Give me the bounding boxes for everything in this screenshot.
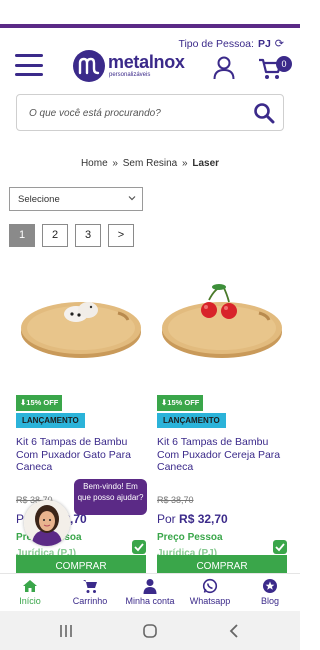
product-image[interactable] bbox=[16, 270, 146, 385]
logo-subtitle: personalizáveis bbox=[109, 72, 151, 78]
product-card[interactable]: ⬇15% OFF LANÇAMENTO Kit 6 Tampas de Bamb… bbox=[16, 270, 146, 575]
breadcrumb-current: Laser bbox=[192, 158, 220, 169]
home-icon bbox=[23, 580, 37, 592]
nav-blog[interactable]: Blog bbox=[240, 578, 300, 606]
chat-welcome-bubble[interactable]: Bem-vindo! Em que posso ajudar? bbox=[74, 479, 147, 515]
system-nav-bar bbox=[0, 611, 300, 650]
page-button-2[interactable]: 2 bbox=[42, 224, 68, 247]
breadcrumb: Home » Sem Resina » Laser bbox=[0, 158, 300, 169]
sort-select-value: Selecione bbox=[18, 194, 60, 205]
nav-whatsapp[interactable]: Whatsapp bbox=[180, 578, 240, 606]
logo-mark-icon bbox=[73, 50, 105, 82]
old-price: R$ 38,70 bbox=[157, 495, 194, 505]
product-title[interactable]: Kit 6 Tampas de Bambu Com Puxador Cereja… bbox=[157, 436, 287, 474]
breadcrumb-separator: » bbox=[112, 158, 118, 169]
page-button-3[interactable]: 3 bbox=[75, 224, 101, 247]
whatsapp-icon bbox=[202, 578, 218, 594]
product-card[interactable]: ⬇15% OFF LANÇAMENTO Kit 6 Tampas de Bamb… bbox=[157, 270, 287, 575]
nav-home[interactable]: Início bbox=[0, 578, 60, 606]
user-icon[interactable] bbox=[213, 56, 235, 80]
product-price: Por R$ 32,70 bbox=[157, 512, 228, 526]
sort-select[interactable]: Selecione bbox=[9, 187, 143, 211]
pagination: 1 2 3 > bbox=[9, 224, 134, 247]
top-accent-line bbox=[0, 24, 300, 28]
product-title[interactable]: Kit 6 Tampas de Bambu Com Puxador Gato P… bbox=[16, 436, 146, 474]
buy-button[interactable]: COMPRAR bbox=[157, 555, 287, 575]
discount-badge: ⬇15% OFF bbox=[157, 395, 204, 411]
check-icon bbox=[273, 540, 287, 554]
home-button-icon[interactable] bbox=[142, 623, 158, 639]
buy-button[interactable]: COMPRAR bbox=[16, 555, 146, 575]
price-person-label: Preço Pessoa bbox=[157, 532, 223, 543]
logo[interactable]: metalnox personalizáveis bbox=[73, 50, 185, 82]
check-icon bbox=[132, 540, 146, 554]
chat-avatar[interactable] bbox=[24, 500, 70, 546]
next-page-button[interactable]: > bbox=[108, 224, 134, 247]
logo-name: metalnox bbox=[108, 52, 185, 72]
discount-badge: ⬇15% OFF bbox=[16, 395, 63, 411]
menu-icon[interactable] bbox=[15, 54, 43, 76]
breadcrumb-category[interactable]: Sem Resina bbox=[123, 158, 177, 169]
bottom-nav: Início Carrinho Minha conta Whatsapp Blo… bbox=[0, 573, 300, 611]
launch-tag: LANÇAMENTO bbox=[16, 413, 85, 428]
star-icon bbox=[263, 579, 277, 593]
recent-apps-icon[interactable] bbox=[58, 623, 74, 639]
nav-cart[interactable]: Carrinho bbox=[60, 578, 120, 606]
search-box bbox=[16, 94, 284, 131]
cart-count-badge: 0 bbox=[276, 56, 292, 72]
chevron-down-icon bbox=[128, 196, 136, 201]
back-icon[interactable] bbox=[226, 623, 242, 639]
product-image[interactable] bbox=[157, 270, 287, 385]
top-bar bbox=[0, 0, 300, 30]
header: metalnox personalizáveis 0 bbox=[0, 48, 300, 88]
breadcrumb-home[interactable]: Home bbox=[81, 158, 108, 169]
breadcrumb-separator: » bbox=[182, 158, 188, 169]
page-button-1[interactable]: 1 bbox=[9, 224, 35, 247]
user-icon bbox=[143, 579, 157, 594]
launch-tag: LANÇAMENTO bbox=[157, 413, 226, 428]
search-icon[interactable] bbox=[253, 102, 275, 124]
cart-icon bbox=[83, 580, 97, 593]
nav-account[interactable]: Minha conta bbox=[120, 578, 180, 606]
search-input[interactable] bbox=[29, 104, 249, 122]
